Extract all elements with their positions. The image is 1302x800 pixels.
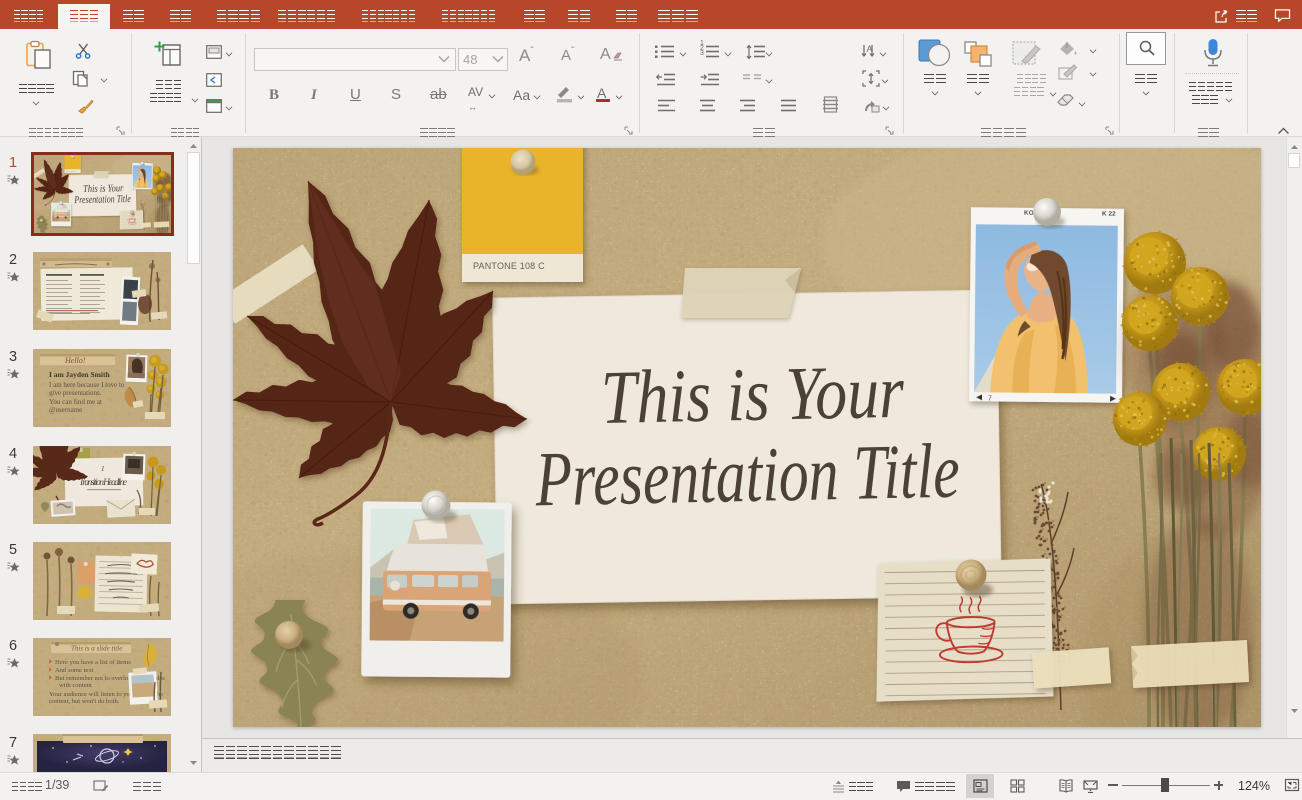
svg-text:content, but won't do both.: content, but won't do both. — [49, 698, 120, 705]
svg-text:@username: @username — [49, 406, 82, 414]
svg-text:Hello!: Hello! — [64, 356, 86, 365]
svg-text:This is a slide title: This is a slide title — [71, 645, 122, 653]
svg-text:Transition Headline: Transition Headline — [79, 478, 127, 488]
svg-text:You can find me at: You can find me at — [49, 398, 102, 406]
svg-text:A: A — [867, 44, 873, 54]
svg-text:And some text: And some text — [55, 667, 94, 674]
svg-text:Here you have a list of items: Here you have a list of items — [55, 659, 131, 666]
svg-text:I am here because I love to: I am here because I love to — [49, 381, 125, 389]
svg-text:I am Jayden Smith: I am Jayden Smith — [49, 370, 110, 379]
svg-text:1: 1 — [101, 465, 105, 473]
svg-text:give presentations.: give presentations. — [49, 389, 102, 397]
svg-text:with content: with content — [59, 682, 92, 689]
